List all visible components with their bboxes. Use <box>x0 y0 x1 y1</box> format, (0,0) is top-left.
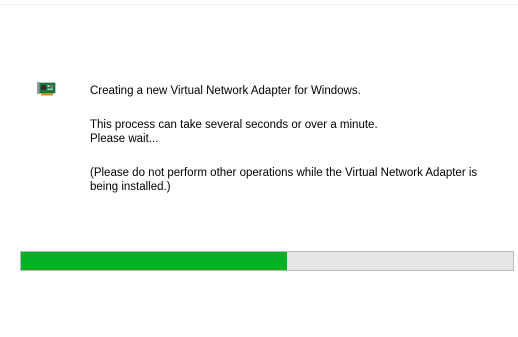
please-wait-text: Please wait... <box>90 133 159 145</box>
progress-bar-fill <box>21 252 287 270</box>
status-title: Creating a new Virtual Network Adapter f… <box>90 85 361 97</box>
installation-note: (Please do not perform other operations … <box>90 167 478 193</box>
install-progress-bar <box>20 251 514 271</box>
network-adapter-card-icon <box>37 81 57 97</box>
process-duration-text: This process can take several seconds or… <box>90 119 378 131</box>
window-top-edge <box>0 0 518 5</box>
